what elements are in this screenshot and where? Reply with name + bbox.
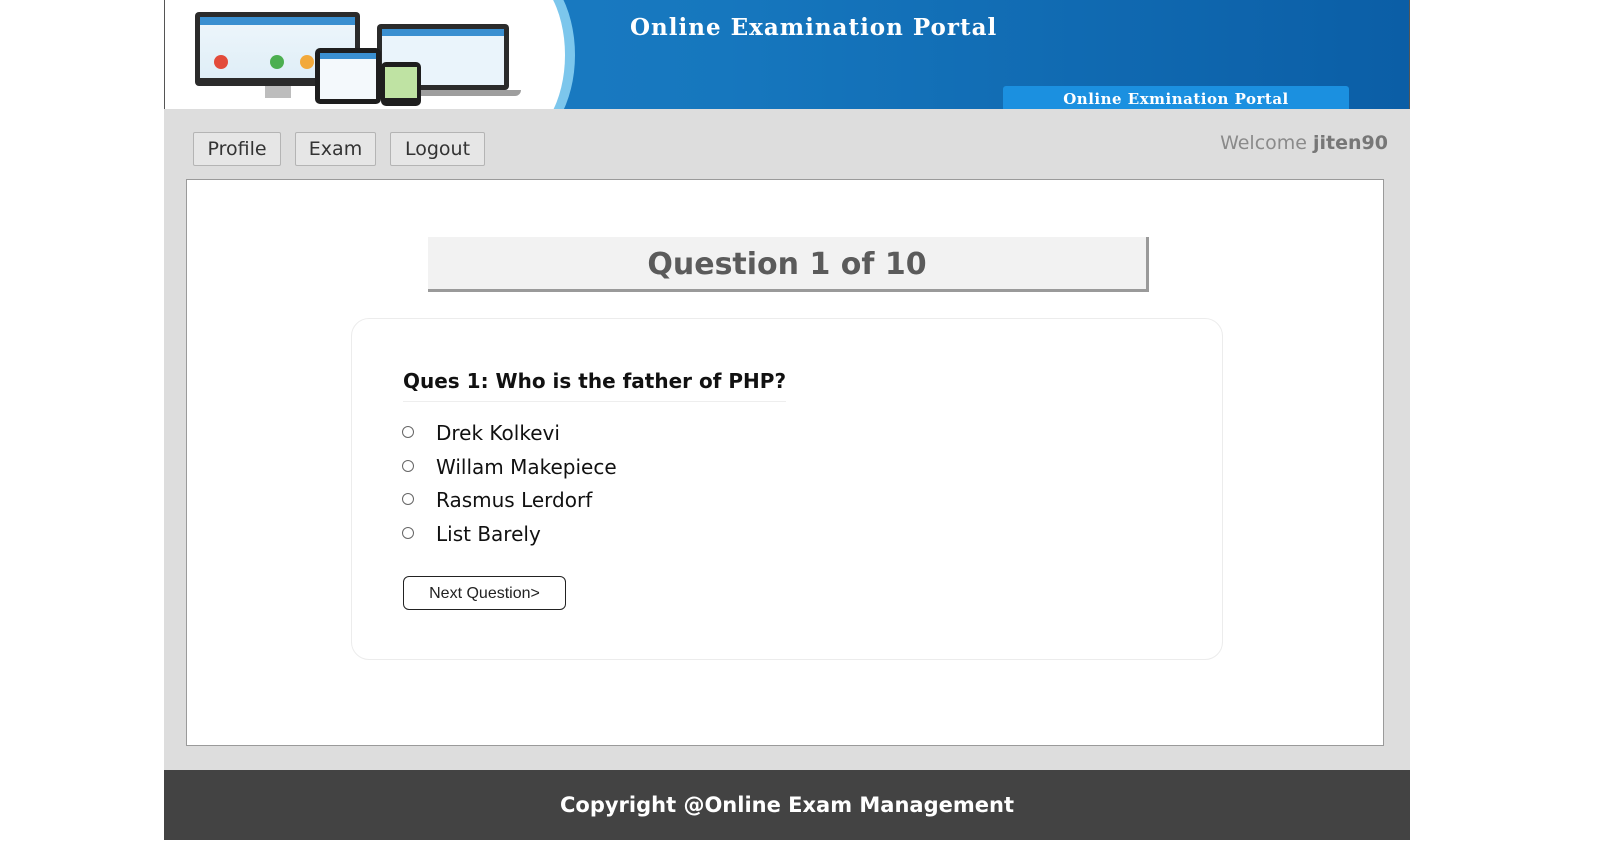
radio-button[interactable]	[402, 426, 414, 438]
question-text: Ques 1: Who is the father of PHP?	[403, 369, 787, 402]
footer-copyright: Copyright @Online Exam Management	[164, 770, 1410, 840]
next-question-button[interactable]: Next Question>	[403, 576, 566, 610]
nav-logout-button[interactable]: Logout	[390, 132, 485, 166]
radio-button[interactable]	[402, 460, 414, 472]
answer-option-label: Willam Makepiece	[436, 455, 617, 479]
page-container: Online Examination Portal Online Exminat…	[164, 0, 1410, 840]
question-progress-header: Question 1 of 10	[428, 237, 1149, 292]
radio-button[interactable]	[402, 493, 414, 505]
username: jiten90	[1313, 132, 1388, 154]
banner-title: Online Examination Portal	[630, 14, 998, 41]
answer-option-label: Rasmus Lerdorf	[436, 488, 593, 512]
tablet-icon	[315, 48, 381, 104]
answer-option-label: List Barely	[436, 522, 541, 546]
banner-tagline: Online Exmination Portal	[1003, 86, 1349, 109]
main-content-panel: Question 1 of 10 Ques 1: Who is the fath…	[186, 179, 1384, 746]
header-banner: Online Examination Portal Online Exminat…	[164, 0, 1410, 109]
devices-illustration	[195, 12, 525, 106]
answer-option-label: Drek Kolkevi	[436, 421, 560, 445]
radio-button[interactable]	[402, 527, 414, 539]
monitor-stand	[265, 86, 291, 98]
nav-profile-button[interactable]: Profile	[193, 132, 281, 166]
welcome-prefix: Welcome	[1220, 132, 1307, 154]
question-card: Ques 1: Who is the father of PHP? Drek K…	[351, 318, 1223, 660]
phone-icon	[381, 62, 421, 106]
welcome-message: Welcome jiten90	[1220, 132, 1388, 154]
nav-exam-button[interactable]: Exam	[295, 132, 376, 166]
